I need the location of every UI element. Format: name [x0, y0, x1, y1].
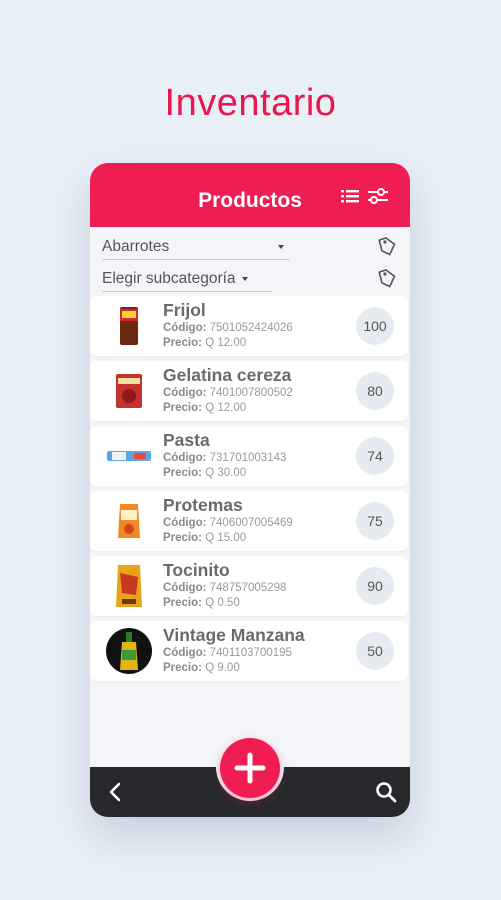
subcategory-select-value: Elegir subcategoría — [102, 269, 236, 287]
add-product-button[interactable] — [220, 738, 280, 798]
product-code: Código: 7501052424026 — [163, 322, 293, 334]
product-card[interactable]: Pasta Código: 731701003143 Precio: Q 30.… — [90, 426, 408, 486]
category-select[interactable]: Abarrotes — [102, 234, 290, 260]
product-image — [116, 374, 142, 408]
quantity-badge: 74 — [356, 437, 394, 475]
product-name: Gelatina cereza — [163, 365, 292, 385]
app-bar: Productos — [90, 163, 410, 227]
product-image — [118, 504, 140, 538]
product-card[interactable]: Vintage Manzana Código: 7401103700195 Pr… — [90, 621, 408, 681]
product-card[interactable]: Protemas Código: 7406007005469 Precio: Q… — [90, 491, 408, 551]
product-card[interactable]: Frijol Código: 7501052424026 Precio: Q 1… — [90, 296, 408, 356]
product-price: Precio: Q 12.00 — [163, 402, 247, 414]
quantity-badge: 100 — [356, 307, 394, 345]
page-headline: Inventario — [164, 82, 337, 124]
product-name: Vintage Manzana — [163, 625, 305, 645]
app-bar-title: Productos — [198, 189, 302, 212]
phone-frame: Productos Abarrotes Elegir subcategoría … — [90, 163, 410, 817]
product-image — [107, 451, 151, 461]
quantity-badge: 90 — [356, 567, 394, 605]
product-price: Precio: Q 15.00 — [163, 532, 247, 544]
product-code: Código: 731701003143 — [163, 452, 287, 464]
quantity-badge: 50 — [356, 632, 394, 670]
product-card[interactable]: Tocinito Código: 748757005298 Precio: Q … — [90, 556, 408, 616]
subcategory-filter-row: Elegir subcategoría — [102, 266, 398, 292]
search-icon[interactable] — [374, 780, 398, 804]
product-image — [116, 565, 142, 607]
quantity-badge: 80 — [356, 372, 394, 410]
list-icon[interactable] — [338, 185, 362, 207]
product-list: Frijol Código: 7501052424026 Precio: Q 1… — [90, 296, 410, 686]
product-code: Código: 748757005298 — [163, 582, 287, 594]
product-name: Protemas — [163, 495, 243, 515]
product-price: Precio: Q 12.00 — [163, 337, 247, 349]
product-image — [120, 307, 138, 345]
product-name: Frijol — [163, 300, 206, 320]
tag-icon[interactable] — [376, 267, 398, 291]
product-image — [106, 628, 152, 674]
product-price: Precio: Q 0.50 — [163, 597, 240, 609]
subcategory-select[interactable]: Elegir subcategoría — [102, 266, 272, 292]
product-card[interactable]: Gelatina cereza Código: 7401007800502 Pr… — [90, 361, 408, 421]
category-select-value: Abarrotes — [102, 237, 170, 255]
product-code: Código: 7401103700195 — [163, 647, 292, 659]
chevron-left-icon[interactable] — [104, 780, 128, 804]
product-price: Precio: Q 9.00 — [163, 662, 240, 674]
product-code: Código: 7406007005469 — [163, 517, 293, 529]
sliders-icon[interactable] — [366, 185, 390, 207]
product-price: Precio: Q 30.00 — [163, 467, 247, 479]
category-filter-row: Abarrotes — [102, 234, 398, 260]
product-code: Código: 7401007800502 — [163, 387, 293, 399]
plus-icon — [234, 752, 266, 784]
product-name: Tocinito — [163, 560, 230, 580]
product-name: Pasta — [163, 430, 210, 450]
quantity-badge: 75 — [356, 502, 394, 540]
tag-icon[interactable] — [376, 235, 398, 259]
chevron-down-icon — [278, 244, 284, 249]
chevron-down-icon — [241, 276, 248, 281]
